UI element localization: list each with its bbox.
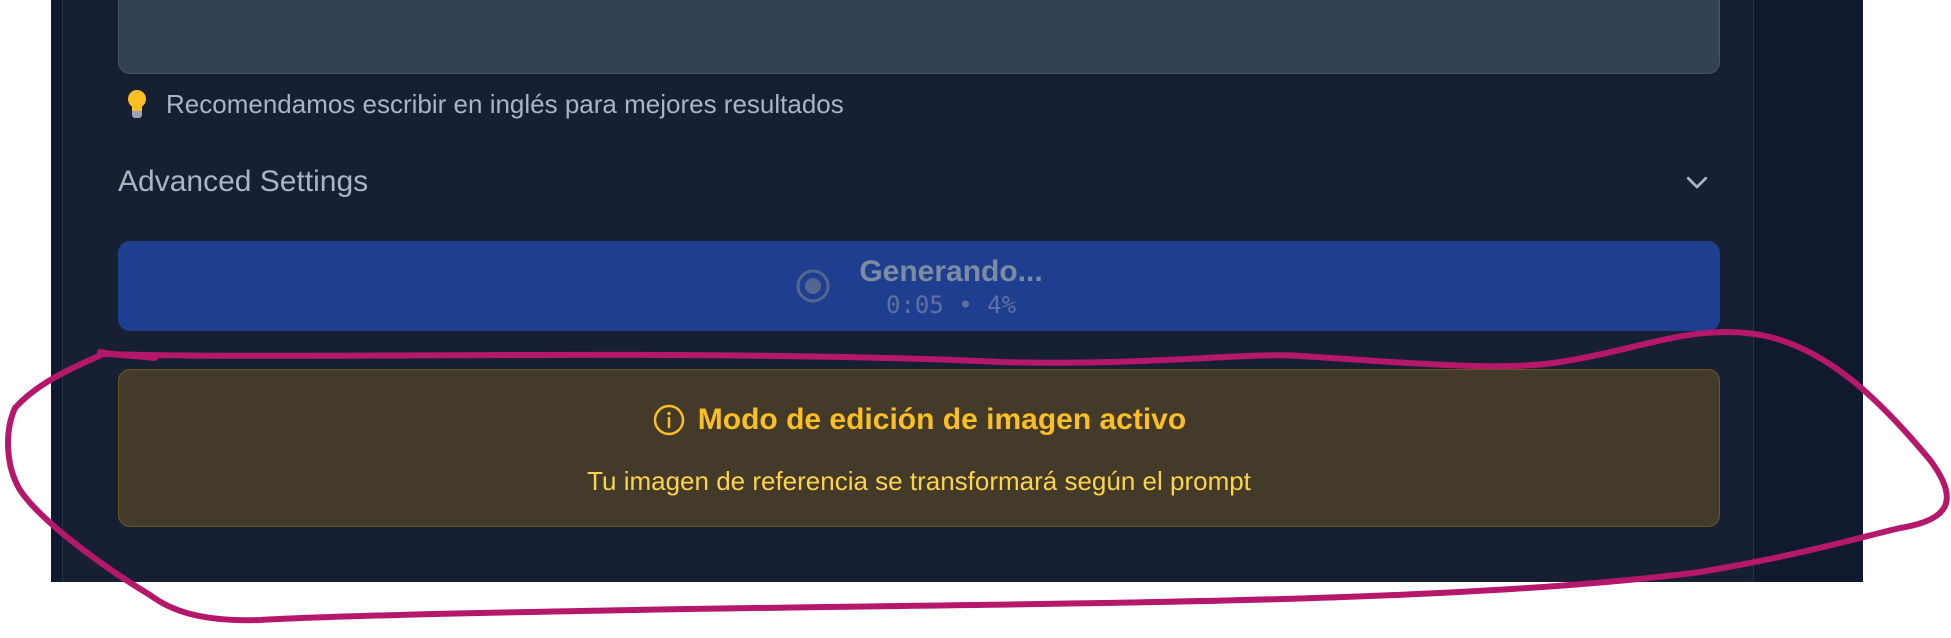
generate-button[interactable]: Generando... 0:05 • 4% xyxy=(118,241,1720,331)
generation-progress-status: 0:05 • 4% xyxy=(885,291,1017,319)
lightbulb-icon xyxy=(124,89,150,119)
generate-button-label: Generando... xyxy=(859,255,1043,288)
language-tip: Recomendamos escribir en inglés para mej… xyxy=(124,87,844,121)
spinner-icon xyxy=(796,269,830,303)
edit-mode-message: Tu imagen de referencia se transformará … xyxy=(587,466,1251,496)
chevron-down-icon xyxy=(1686,176,1708,189)
advanced-settings-toggle[interactable]: Advanced Settings xyxy=(118,160,1720,204)
prompt-textarea[interactable] xyxy=(118,0,1720,74)
edit-mode-notice: Modo de edición de imagen activo Tu imag… xyxy=(118,369,1720,527)
language-tip-text: Recomendamos escribir en inglés para mej… xyxy=(166,88,844,119)
info-circle-icon xyxy=(653,404,685,436)
advanced-settings-label: Advanced Settings xyxy=(118,165,369,198)
edit-mode-title: Modo de edición de imagen activo xyxy=(697,403,1187,436)
